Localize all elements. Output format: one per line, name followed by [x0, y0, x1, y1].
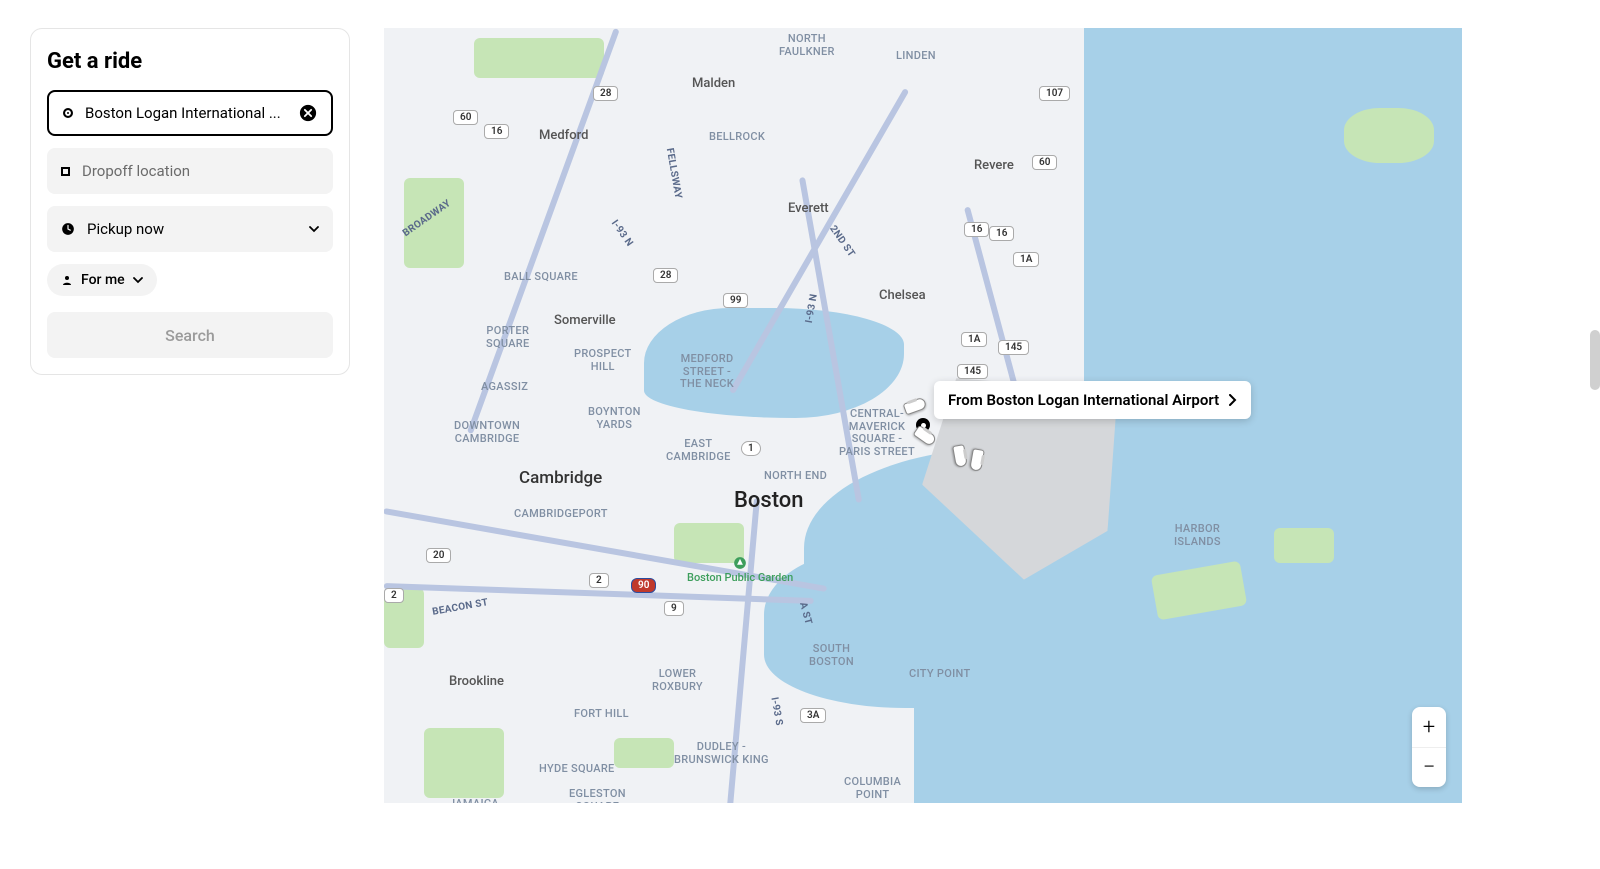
- dropoff-field[interactable]: [47, 148, 333, 194]
- route-shield: 1A: [1013, 252, 1039, 267]
- route-shield: 3A: [800, 708, 826, 723]
- city-label: Somerville: [554, 313, 616, 328]
- route-shield: 90: [631, 578, 656, 593]
- area-label: FORT HILL: [574, 708, 629, 721]
- person-icon: [61, 274, 73, 286]
- area-label: HARBOR ISLANDS: [1174, 523, 1221, 548]
- pickup-time-select[interactable]: Pickup now: [47, 206, 333, 252]
- city-label: Chelsea: [879, 288, 926, 303]
- chevron-down-icon: [133, 275, 143, 285]
- pickup-tooltip-text: From Boston Logan International Airport: [948, 391, 1219, 409]
- clear-icon[interactable]: [299, 104, 317, 122]
- route-shield: 1A: [961, 332, 987, 347]
- area-label: EAST CAMBRIDGE: [666, 438, 731, 463]
- pickup-field[interactable]: [47, 90, 333, 136]
- route-shield: 28: [653, 268, 678, 283]
- city-label: Cambridge: [519, 468, 602, 488]
- ride-panel: Get a ride Pickup now For me Search: [30, 28, 350, 375]
- route-shield: 16: [484, 124, 509, 139]
- rider-label: For me: [81, 272, 125, 288]
- route-shield: 60: [1032, 155, 1057, 170]
- city-label: Medford: [539, 128, 588, 143]
- route-shield: 2: [384, 588, 404, 603]
- pickup-input[interactable]: [85, 104, 287, 122]
- area-label: JAMAICA: [449, 798, 499, 803]
- area-label: BELLROCK: [709, 131, 765, 144]
- route-shield: 99: [723, 293, 748, 308]
- clock-icon: [61, 222, 75, 236]
- area-label: PORTER SQUARE: [486, 325, 530, 350]
- map-canvas[interactable]: Boston Public Garden From Boston Logan I…: [384, 28, 1462, 803]
- city-label: Everett: [788, 201, 829, 216]
- pickup-time-label: Pickup now: [87, 220, 297, 238]
- dropoff-square-icon: [61, 167, 70, 176]
- route-shield: 107: [1039, 86, 1070, 101]
- poi-boston-public-garden: Boston Public Garden: [687, 556, 793, 585]
- zoom-in-button[interactable]: +: [1412, 707, 1446, 747]
- area-label: CITY POINT: [909, 668, 970, 681]
- city-label: Malden: [692, 76, 735, 91]
- route-shield: 145: [957, 364, 988, 379]
- city-label: Revere: [974, 158, 1014, 173]
- area-label: BOYNTON YARDS: [588, 406, 641, 431]
- area-label: PROSPECT HILL: [574, 348, 632, 373]
- rider-select[interactable]: For me: [47, 264, 157, 296]
- area-label: SOUTH BOSTON: [809, 643, 854, 668]
- area-label: AGASSIZ: [481, 381, 528, 394]
- area-label: NORTH FAULKNER: [779, 33, 835, 58]
- route-shield: 16: [964, 222, 989, 237]
- pickup-dot-icon: [63, 108, 73, 118]
- area-label: CAMBRIDGEPORT: [514, 508, 608, 521]
- area-label: EGLESTON SQUARE: [569, 788, 626, 803]
- panel-title: Get a ride: [47, 49, 333, 74]
- area-label: DOWNTOWN CAMBRIDGE: [454, 420, 520, 445]
- area-label: DUDLEY - BRUNSWICK KING: [674, 741, 769, 766]
- route-shield: 9: [664, 601, 684, 616]
- route-shield: 16: [989, 226, 1014, 241]
- area-label: MEDFORD STREET - THE NECK: [680, 353, 734, 391]
- area-label: LOWER ROXBURY: [652, 668, 703, 693]
- scrollbar-thumb[interactable]: [1590, 330, 1600, 390]
- area-label: NORTH END: [764, 470, 827, 483]
- chevron-right-icon: [1229, 394, 1237, 406]
- city-label: Boston: [734, 488, 804, 513]
- area-label: COLUMBIA POINT: [844, 776, 901, 801]
- dropoff-input[interactable]: [82, 162, 319, 180]
- search-button[interactable]: Search: [47, 312, 333, 358]
- route-shield: 1: [741, 441, 761, 456]
- route-shield: 28: [593, 86, 618, 101]
- area-label: HYDE SQUARE: [539, 763, 615, 776]
- area-label: BALL SQUARE: [504, 271, 578, 284]
- area-label: LINDEN: [896, 50, 936, 63]
- route-shield: 20: [426, 548, 451, 563]
- pickup-tooltip[interactable]: From Boston Logan International Airport: [934, 381, 1251, 419]
- route-shield: 145: [998, 340, 1029, 355]
- chevron-down-icon: [309, 224, 319, 234]
- route-shield: 60: [453, 110, 478, 125]
- city-label: Brookline: [449, 674, 504, 689]
- zoom-control: + −: [1412, 707, 1446, 787]
- area-label: CENTRAL- MAVERICK SQUARE - PARIS STREET: [839, 408, 915, 459]
- route-shield: 2: [589, 573, 609, 588]
- zoom-out-button[interactable]: −: [1412, 747, 1446, 787]
